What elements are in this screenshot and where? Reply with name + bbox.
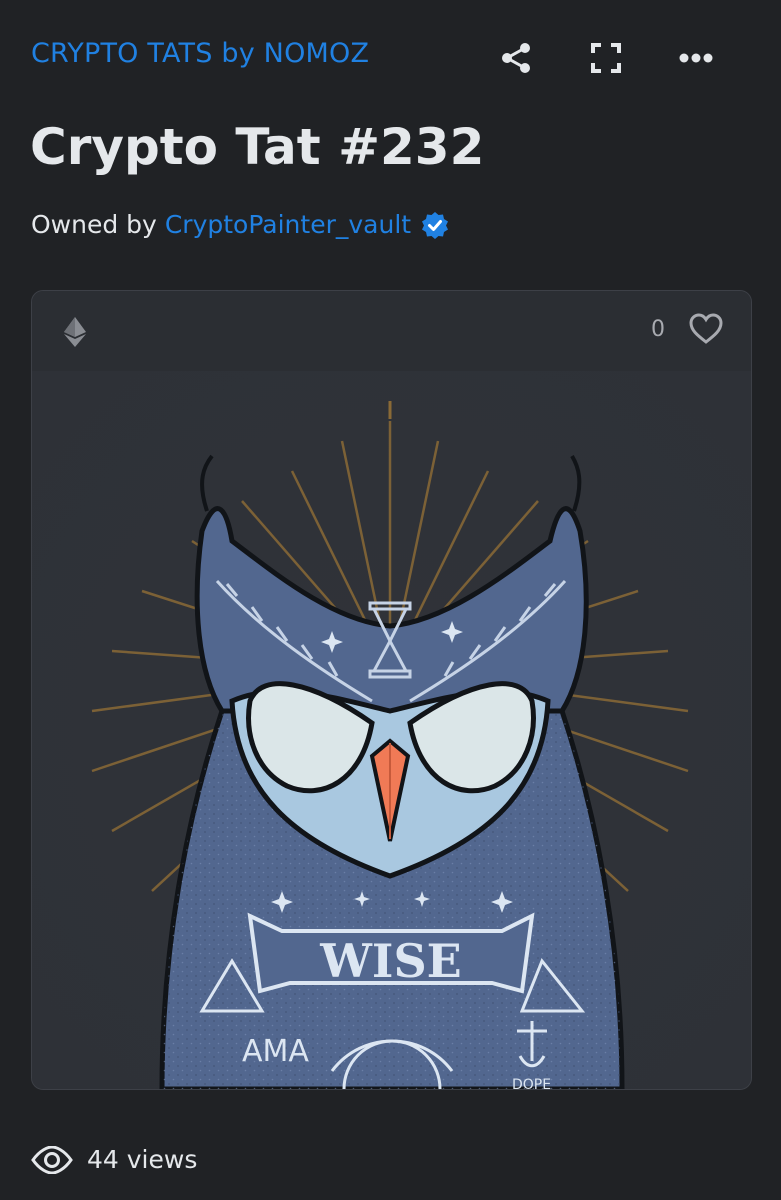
views-stat: 44 views	[31, 1145, 197, 1174]
like-area: 0	[651, 313, 723, 345]
share-icon	[502, 43, 530, 73]
share-button[interactable]	[471, 28, 561, 88]
more-icon	[679, 53, 713, 63]
eye-icon	[31, 1145, 73, 1174]
fullscreen-icon	[591, 43, 621, 73]
asset-page: CRYPTO TATS by NOMOZ Crypto Tat #232 Own…	[0, 0, 781, 1200]
ethereum-icon	[64, 317, 86, 351]
artwork-image[interactable]: WISE AMA DOPE	[32, 371, 751, 1089]
more-button[interactable]	[651, 28, 741, 88]
top-actions	[471, 28, 741, 88]
anchor-text: DOPE	[512, 1077, 551, 1089]
banner-text: WISE	[319, 934, 461, 988]
side-text: AMA	[242, 1034, 309, 1069]
views-count: 44 views	[87, 1145, 198, 1174]
asset-card: 0 WISE AMA DOPE	[31, 290, 752, 1090]
collection-link[interactable]: CRYPTO TATS by NOMOZ	[31, 38, 369, 69]
like-count: 0	[651, 316, 665, 342]
owner-row: Owned by CryptoPainter_vault	[31, 210, 449, 239]
heart-icon[interactable]	[689, 313, 723, 345]
asset-title: Crypto Tat #232	[30, 118, 485, 176]
card-header: 0	[32, 291, 751, 371]
fullscreen-button[interactable]	[561, 28, 651, 88]
owner-link[interactable]: CryptoPainter_vault	[165, 210, 411, 239]
verified-badge-icon	[421, 211, 449, 239]
owned-by-label: Owned by	[31, 210, 157, 239]
